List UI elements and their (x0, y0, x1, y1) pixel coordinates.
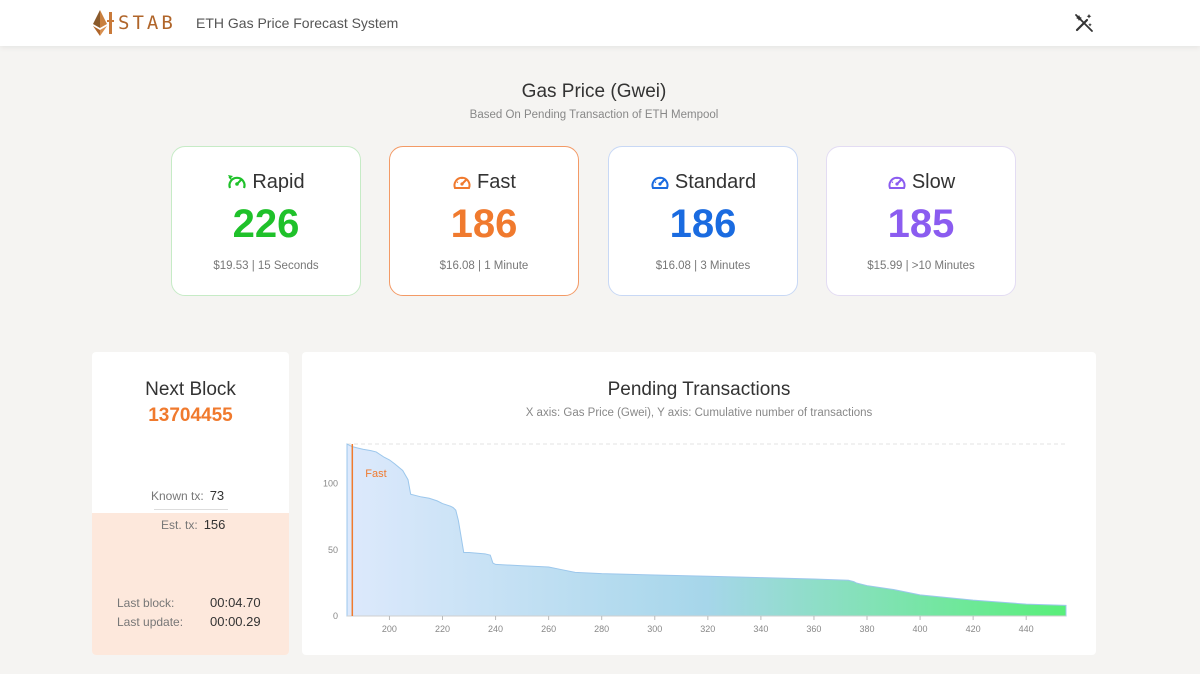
slow-header: Slow (827, 171, 1015, 194)
known-tx-label: Known tx: (151, 489, 204, 503)
y-tick-label: 100 (323, 479, 338, 489)
x-tick-label: 400 (913, 624, 928, 634)
cumulative-tx-area (346, 443, 1067, 617)
block-timing-area (92, 513, 289, 655)
fast-detail: $16.08 | 1 Minute (439, 260, 529, 272)
fast-card[interactable]: Fast 186 $16.08 | 1 Minute (389, 146, 579, 296)
last-update-value: 00:00.29 (210, 614, 261, 629)
last-update: Last update: 00:00.29 (117, 614, 261, 629)
rapid-header: Rapid (172, 171, 360, 194)
standard-card[interactable]: Standard 186 $16.08 | 3 Minutes (608, 146, 798, 296)
rapid-card[interactable]: Rapid 226 $19.53 | 15 Seconds (171, 146, 361, 296)
x-tick-label: 360 (806, 624, 821, 634)
x-tick-label: 320 (700, 624, 715, 634)
last-update-label: Last update: (117, 615, 184, 629)
speedometer-icon (453, 176, 471, 189)
last-block: Last block: 00:04.70 (117, 595, 261, 610)
divider (154, 509, 228, 510)
slow-detail: $15.99 | >10 Minutes (867, 260, 975, 272)
logo-text: STAB (118, 12, 176, 34)
pending-transactions-panel: Pending Transactions X axis: Gas Price (… (302, 352, 1096, 655)
est-tx: Est. tx: 156 (161, 517, 225, 532)
rapid-detail: $19.53 | 15 Seconds (213, 260, 319, 272)
fast-label: Fast (477, 171, 516, 193)
next-block-title: Next Block (145, 379, 236, 400)
speedometer-icon (888, 176, 906, 189)
last-block-value: 00:04.70 (210, 595, 261, 610)
slow-card[interactable]: Slow 185 $15.99 | >10 Minutes (826, 146, 1016, 296)
x-tick-label: 220 (435, 624, 450, 634)
gas-price-subtitle: Based On Pending Transaction of ETH Memp… (469, 109, 719, 121)
standard-header: Standard (609, 171, 797, 194)
y-tick-label: 0 (333, 611, 338, 621)
est-tx-value: 156 (203, 517, 226, 532)
next-block-number: 13704455 (148, 405, 233, 426)
est-tx-label: Est. tx: (161, 518, 198, 532)
x-tick-label: 420 (966, 624, 981, 634)
x-tick-label: 200 (382, 624, 397, 634)
top-header: STAB ETH Gas Price Forecast System (0, 0, 1200, 46)
fast-header: Fast (390, 171, 578, 194)
x-tick-label: 300 (647, 624, 662, 634)
x-tick-label: 260 (541, 624, 556, 634)
rapid-price: 226 (232, 202, 300, 246)
x-tick-label: 340 (753, 624, 768, 634)
stab-logo[interactable]: STAB (92, 8, 176, 38)
rapid-label: Rapid (252, 171, 305, 193)
x-tick-label: 240 (488, 624, 503, 634)
fast-marker-label: Fast (365, 468, 386, 480)
x-tick-label: 440 (1019, 624, 1034, 634)
known-tx: Known tx: 73 (151, 488, 224, 503)
gas-price-title: Gas Price (Gwei) (521, 81, 667, 102)
slow-price: 185 (887, 202, 955, 246)
next-block-panel: Next Block 13704455 Known tx: 73 Est. tx:… (92, 352, 289, 655)
slow-label: Slow (911, 171, 956, 193)
ethereum-logo-icon (93, 10, 114, 36)
standard-label: Standard (674, 171, 757, 193)
y-tick-label: 50 (328, 545, 338, 555)
app-title: ETH Gas Price Forecast System (196, 15, 399, 31)
known-tx-value: 73 (209, 488, 225, 503)
fast-price: 186 (450, 202, 518, 246)
standard-detail: $16.08 | 3 Minutes (655, 260, 751, 272)
rocket-speedometer-icon (228, 174, 246, 188)
magic-wand-off-icon[interactable] (1073, 12, 1095, 34)
pending-transactions-chart[interactable]: 200 220 240 260 280 300 320 340 360 380 400 420 440 0… (302, 352, 1096, 655)
standard-price: 186 (669, 202, 737, 246)
speedometer-icon (651, 176, 669, 189)
x-tick-label: 380 (859, 624, 874, 634)
x-tick-label: 280 (594, 624, 609, 634)
last-block-label: Last block: (117, 596, 175, 610)
